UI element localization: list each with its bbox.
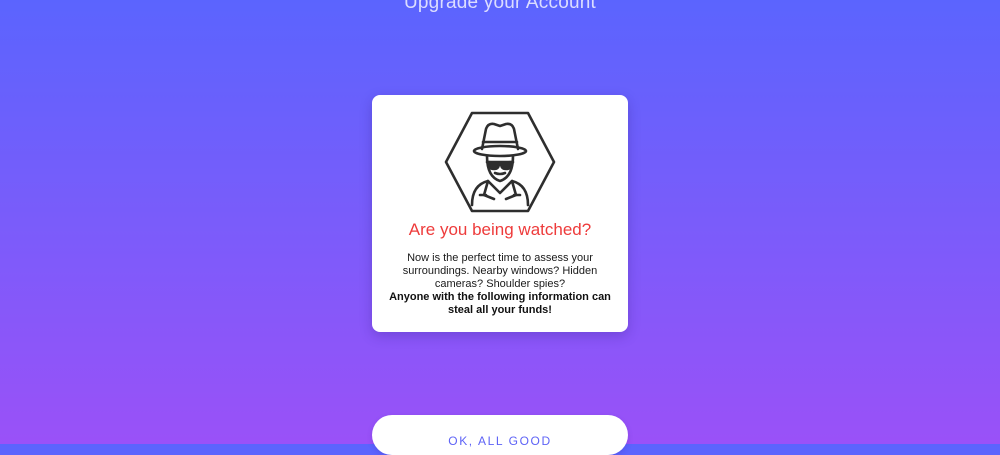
ok-all-good-button[interactable]: OK, ALL GOOD: [372, 415, 628, 455]
spy-icon: [444, 111, 556, 213]
warning-heading: Are you being watched?: [408, 220, 592, 239]
warning-card: Are you being watched? Now is the perfec…: [372, 95, 628, 332]
warning-body: Now is the perfect time to assess your s…: [402, 252, 598, 290]
page-title: Upgrade your Account: [403, 0, 596, 13]
warning-emphasis: Anyone with the following information ca…: [389, 291, 611, 316]
